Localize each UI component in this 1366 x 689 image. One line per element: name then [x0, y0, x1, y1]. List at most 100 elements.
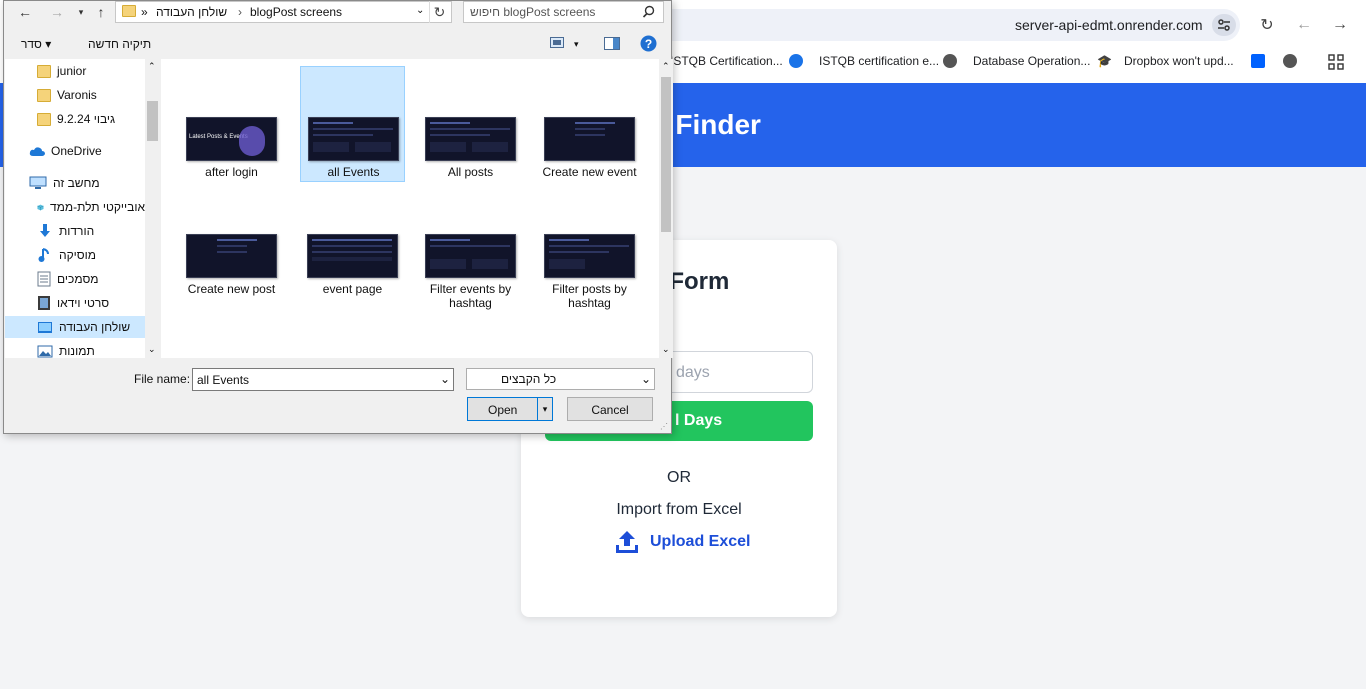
video-icon	[38, 296, 50, 310]
content-scroll-thumb[interactable]	[661, 77, 671, 232]
nav-item-videos[interactable]: סרטי וידאו	[5, 292, 145, 314]
nav-item-downloads[interactable]: הורדות	[5, 220, 145, 242]
thumbnail	[544, 117, 635, 161]
resize-grip-icon[interactable]: ⋰	[660, 422, 668, 431]
open-dropdown-icon[interactable]: ▾	[537, 397, 552, 421]
file-item[interactable]: Latest Posts & Events after login	[179, 67, 284, 183]
nav-item-label: Varonis	[57, 88, 97, 102]
file-item[interactable]: Create new event	[537, 67, 642, 183]
nav-item-pictures[interactable]: תמונות	[5, 340, 145, 358]
file-name: All posts	[447, 165, 494, 179]
forward-icon[interactable]: →	[48, 3, 66, 21]
reload-icon[interactable]: ↻	[1256, 14, 1278, 36]
nav-item-junior[interactable]: junior	[5, 60, 145, 82]
pictures-icon	[37, 345, 53, 357]
dropbox-icon[interactable]	[1251, 54, 1265, 68]
nav-item-onedrive[interactable]: OneDrive	[5, 140, 145, 162]
graduation-cap-icon: 🎓	[1097, 54, 1112, 68]
thumbnail	[425, 117, 516, 161]
organize-button[interactable]: סדר ▾	[21, 37, 51, 51]
forward-icon[interactable]: →	[1329, 14, 1351, 36]
cloud-icon	[29, 146, 45, 156]
cancel-label: Cancel	[591, 403, 629, 417]
thumbnail	[307, 234, 398, 278]
path-chevron: ›	[238, 5, 242, 19]
bookmark-database-operation[interactable]: Database Operation...	[943, 54, 1090, 68]
nav-item-varonis[interactable]: Varonis	[5, 84, 145, 106]
view-options-icon[interactable]	[550, 37, 564, 51]
bookmark-istqb-certification-e[interactable]: ISTQB certification e...	[789, 54, 939, 68]
path-breadcrumb[interactable]: » שולחן העבודה › blogPost screens ⌄	[115, 1, 452, 23]
chevron-down-icon[interactable]: ⌄	[641, 372, 651, 386]
file-item[interactable]: Filter events by hashtag	[418, 184, 523, 310]
recent-locations-icon[interactable]: ▾	[72, 3, 90, 21]
folder-icon	[122, 5, 136, 17]
file-type-value: כל הקבצים	[501, 372, 557, 386]
new-folder-button[interactable]: תיקיה חדשה	[88, 37, 151, 51]
file-name: after login	[205, 165, 258, 179]
file-type-select[interactable]: כל הקבצים ⌄	[466, 368, 655, 390]
globe-icon	[943, 54, 957, 68]
file-name: Filter events by hashtag	[429, 282, 512, 310]
content-scrollbar[interactable]: ⌃ ⌄	[659, 59, 673, 358]
navigation-pane: junior Varonis גיבוי 9.2.24 OneDrive מחש…	[5, 59, 159, 358]
file-name: all Events	[327, 165, 380, 179]
nav-item-backup[interactable]: גיבוי 9.2.24	[5, 108, 145, 130]
nav-item-music[interactable]: מוסיקה	[5, 244, 145, 266]
nav-scrollbar[interactable]: ⌃ ⌄	[145, 59, 159, 358]
dialog-toolbar: סדר ▾ תיקיה חדשה ▾ ?	[4, 31, 671, 57]
help-icon[interactable]: ?	[640, 35, 657, 55]
chevron-down-icon[interactable]: ⌄	[440, 372, 450, 386]
search-placeholder: חיפוש blogPost screens	[470, 5, 596, 19]
file-name: Filter posts by hashtag	[552, 282, 627, 310]
nav-item-desktop[interactable]: שולחן העבודה	[5, 316, 145, 338]
folder-icon	[37, 88, 51, 102]
nav-item-label: מסמכים	[57, 272, 99, 286]
nav-scroll-thumb[interactable]	[147, 101, 158, 141]
nav-item-documents[interactable]: מסמכים	[5, 268, 145, 290]
url-text[interactable]: server-api-edmt.onrender.com	[1015, 17, 1203, 33]
upload-icon	[616, 531, 638, 553]
search-input[interactable]: חיפוש blogPost screens	[463, 1, 664, 23]
file-item[interactable]: event page	[300, 184, 405, 300]
thumbnail	[308, 117, 399, 161]
globe-icon[interactable]	[1283, 54, 1297, 68]
file-name-input[interactable]: all Events ⌄	[192, 368, 454, 391]
refresh-icon[interactable]: ↻	[429, 1, 449, 23]
up-icon[interactable]: ↑	[92, 3, 110, 21]
back-icon[interactable]: ←	[1293, 14, 1315, 36]
scroll-up-icon[interactable]: ⌃	[148, 61, 156, 72]
bookmark-favicon	[789, 54, 803, 68]
nav-item-label: גיבוי 9.2.24	[57, 112, 116, 126]
scroll-down-icon[interactable]: ⌄	[148, 344, 156, 355]
site-settings-icon[interactable]	[1212, 14, 1236, 36]
scroll-up-icon[interactable]: ⌃	[662, 61, 670, 72]
view-dropdown-icon[interactable]: ▾	[574, 39, 579, 50]
path-segment-folder[interactable]: blogPost screens	[250, 5, 342, 19]
nav-item-label: junior	[57, 64, 87, 78]
nav-item-this-pc[interactable]: מחשב זה	[5, 172, 145, 194]
path-overflow[interactable]: »	[141, 5, 148, 19]
open-label: Open	[488, 403, 518, 417]
bookmark-istqb-certification[interactable]: ISTQB Certification...	[670, 54, 783, 68]
file-item-selected[interactable]: all Events	[300, 66, 405, 182]
file-item[interactable]: Filter posts by hashtag	[537, 184, 642, 310]
cancel-button[interactable]: Cancel	[567, 397, 653, 421]
dialog-address-bar: ← → ▾ ↑ » שולחן העבודה › blogPost screen…	[10, 1, 668, 27]
nav-item-label: אובייקטי תלת-ממד	[49, 200, 145, 214]
bookmark-dropbox[interactable]: 🎓 Dropbox won't upd...	[1097, 54, 1234, 68]
upload-excel-button[interactable]: Upload Excel	[614, 529, 750, 555]
file-list: Latest Posts & Events after login all Ev…	[161, 59, 673, 358]
path-segment-desktop[interactable]: שולחן העבודה	[156, 5, 227, 19]
file-item[interactable]: Create new post	[179, 184, 284, 300]
nav-item-3d-objects[interactable]: אובייקטי תלת-ממד	[5, 196, 145, 218]
scroll-down-icon[interactable]: ⌄	[662, 344, 670, 355]
path-dropdown-icon[interactable]: ⌄	[416, 5, 424, 16]
all-bookmarks-icon[interactable]	[1328, 54, 1344, 70]
back-icon[interactable]: ←	[16, 3, 34, 21]
file-item[interactable]: All posts	[418, 67, 523, 183]
nav-item-label: הורדות	[59, 224, 95, 238]
computer-icon	[29, 176, 47, 189]
folder-icon	[37, 112, 51, 126]
preview-pane-icon[interactable]	[604, 37, 620, 53]
